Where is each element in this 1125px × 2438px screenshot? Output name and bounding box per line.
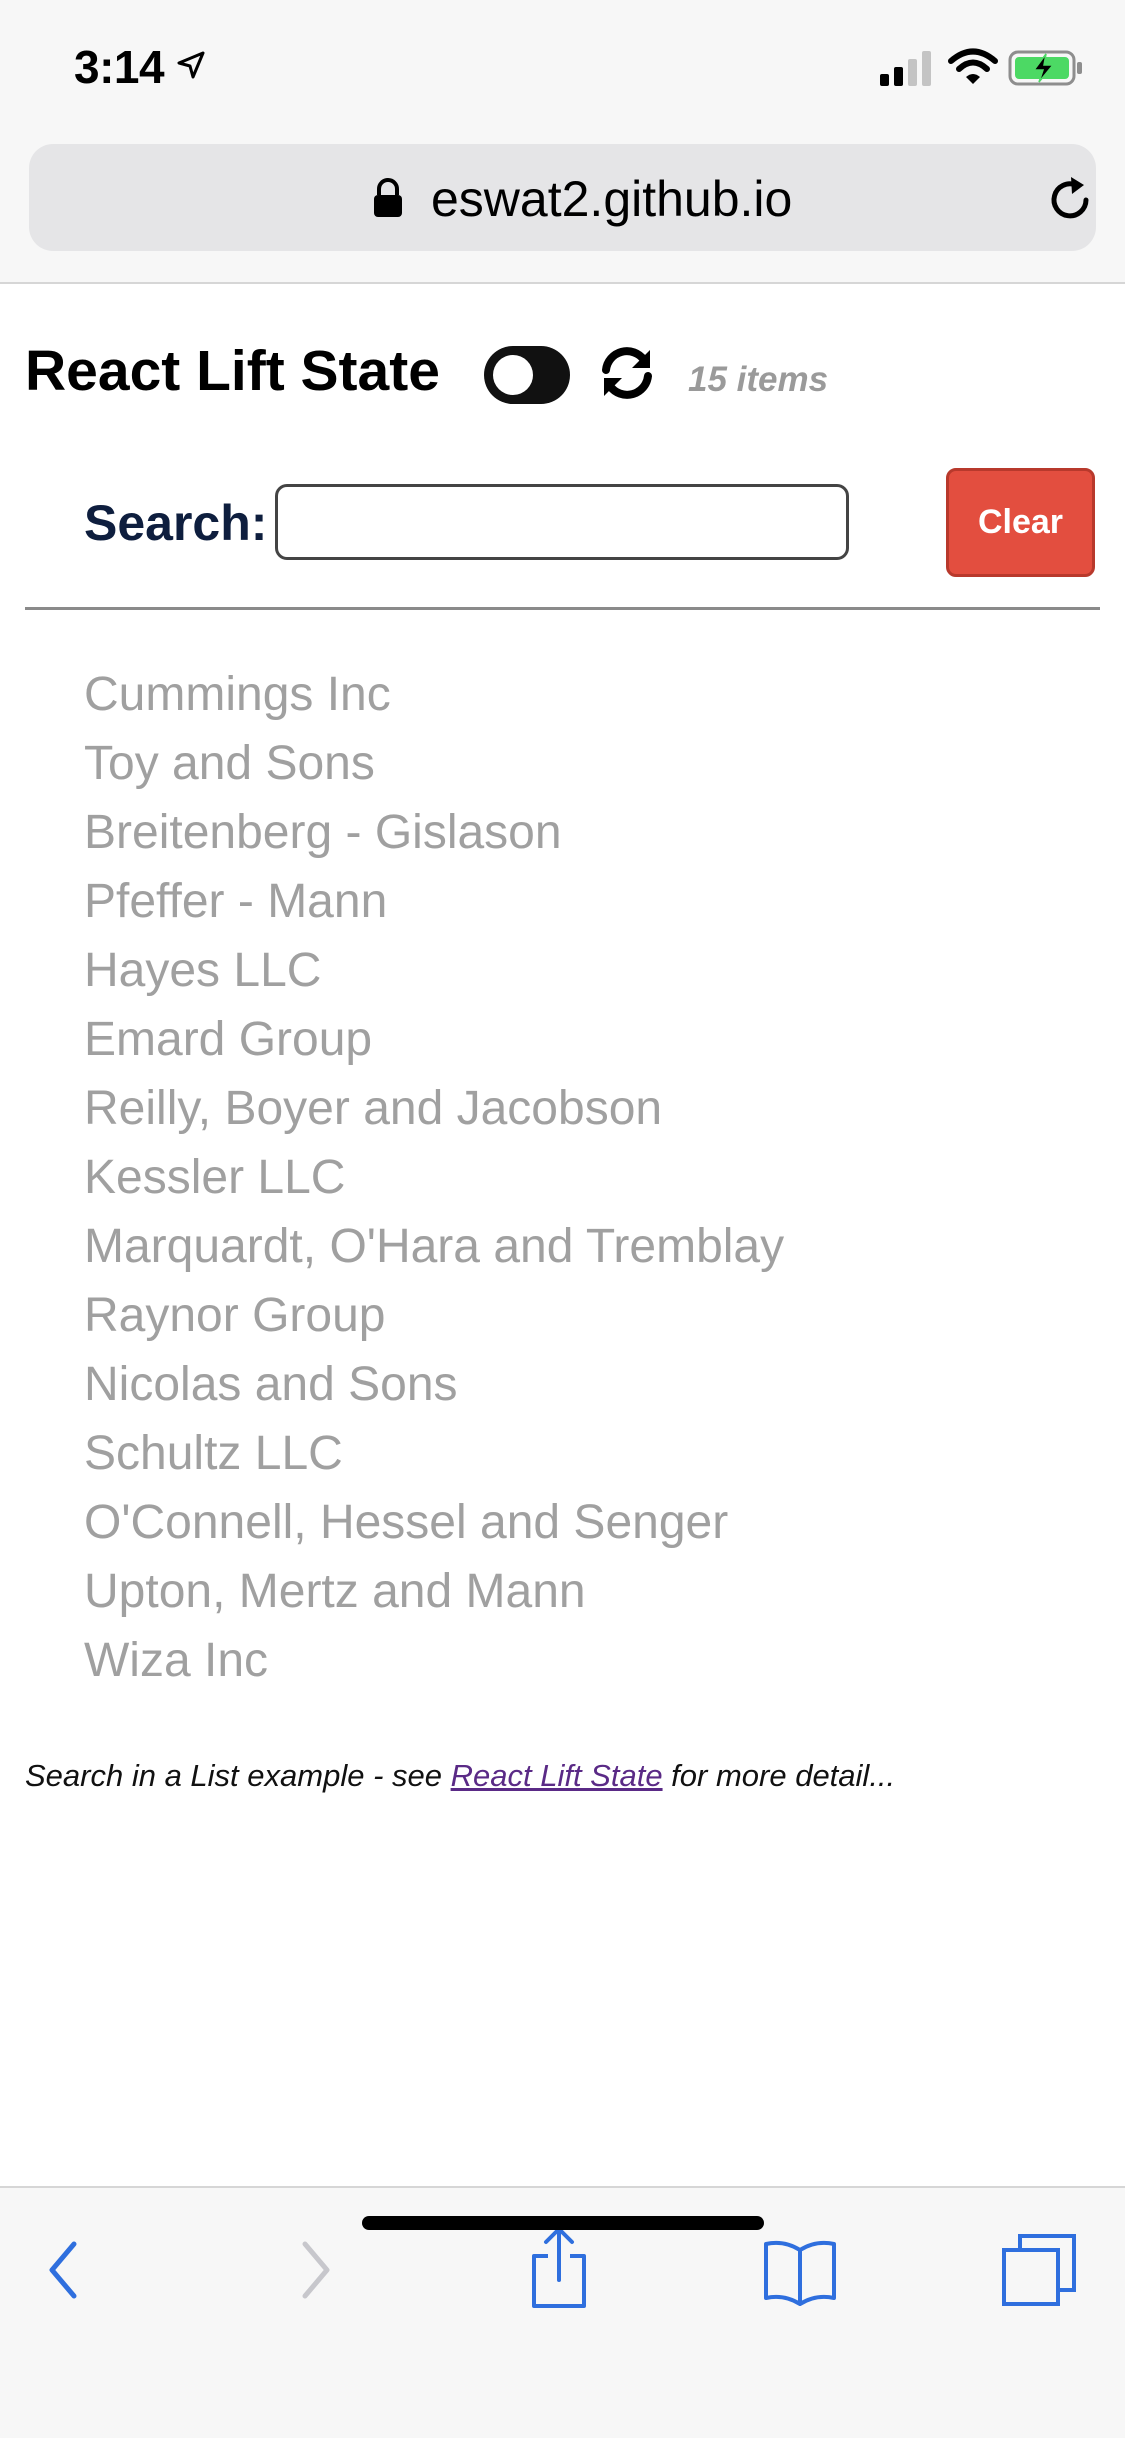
battery-charging-icon: [1008, 50, 1082, 86]
url-text: eswat2.github.io: [431, 171, 793, 227]
list-item: Reilly, Boyer and Jacobson: [84, 1082, 663, 1135]
react-lift-state-link[interactable]: React Lift State: [451, 1758, 663, 1793]
list-item: Wiza Inc: [84, 1634, 269, 1687]
share-icon[interactable]: [528, 2226, 590, 2310]
forward-icon[interactable]: [299, 2240, 333, 2300]
footer-note: Search in a List example - see React Lif…: [25, 1758, 895, 1794]
company-list: Cummings Inc Toy and Sons Breitenberg - …: [84, 660, 784, 1695]
item-count: 15 items: [688, 360, 829, 399]
list-item: Upton, Mertz and Mann: [84, 1565, 586, 1618]
divider: [25, 607, 1100, 610]
home-indicator: [362, 2216, 764, 2230]
toggle-knob: [493, 355, 533, 395]
search-label: Search:: [84, 495, 268, 551]
footer-prefix: Search in a List example - see: [25, 1758, 451, 1793]
reload-icon[interactable]: [1044, 174, 1096, 226]
list-item: Nicolas and Sons: [84, 1358, 458, 1411]
list-item: Marquardt, O'Hara and Tremblay: [84, 1220, 785, 1273]
list-item: Hayes LLC: [84, 944, 322, 997]
list-item: Emard Group: [84, 1013, 373, 1066]
list-item: Kessler LLC: [84, 1151, 346, 1204]
list-item: Breitenberg - Gislason: [84, 806, 562, 859]
status-bar: 3:14: [0, 0, 1125, 132]
toggle-switch[interactable]: [484, 346, 570, 404]
tabs-icon[interactable]: [1000, 2232, 1078, 2308]
wifi-icon: [948, 48, 998, 84]
footer-suffix: for more detail...: [662, 1758, 896, 1793]
list-item: Raynor Group: [84, 1289, 386, 1342]
list-item: Pfeffer - Mann: [84, 875, 388, 928]
list-item: O'Connell, Hessel and Senger: [84, 1496, 729, 1549]
browser-address-area: eswat2.github.io: [0, 132, 1125, 284]
list-item: Toy and Sons: [84, 737, 375, 790]
page-title: React Lift State: [25, 339, 440, 403]
list-item: Cummings Inc: [84, 668, 391, 721]
location-arrow-icon: [177, 51, 205, 79]
list-item: Schultz LLC: [84, 1427, 343, 1480]
address-bar[interactable]: eswat2.github.io: [29, 144, 1096, 251]
cellular-signal-icon: [880, 51, 931, 86]
search-input[interactable]: [275, 484, 849, 560]
sync-icon[interactable]: [598, 344, 656, 402]
back-icon[interactable]: [46, 2240, 80, 2300]
clear-button[interactable]: Clear: [946, 468, 1095, 577]
status-time: 3:14: [74, 41, 165, 93]
lock-icon: [374, 178, 402, 217]
bookmarks-icon[interactable]: [762, 2238, 838, 2306]
